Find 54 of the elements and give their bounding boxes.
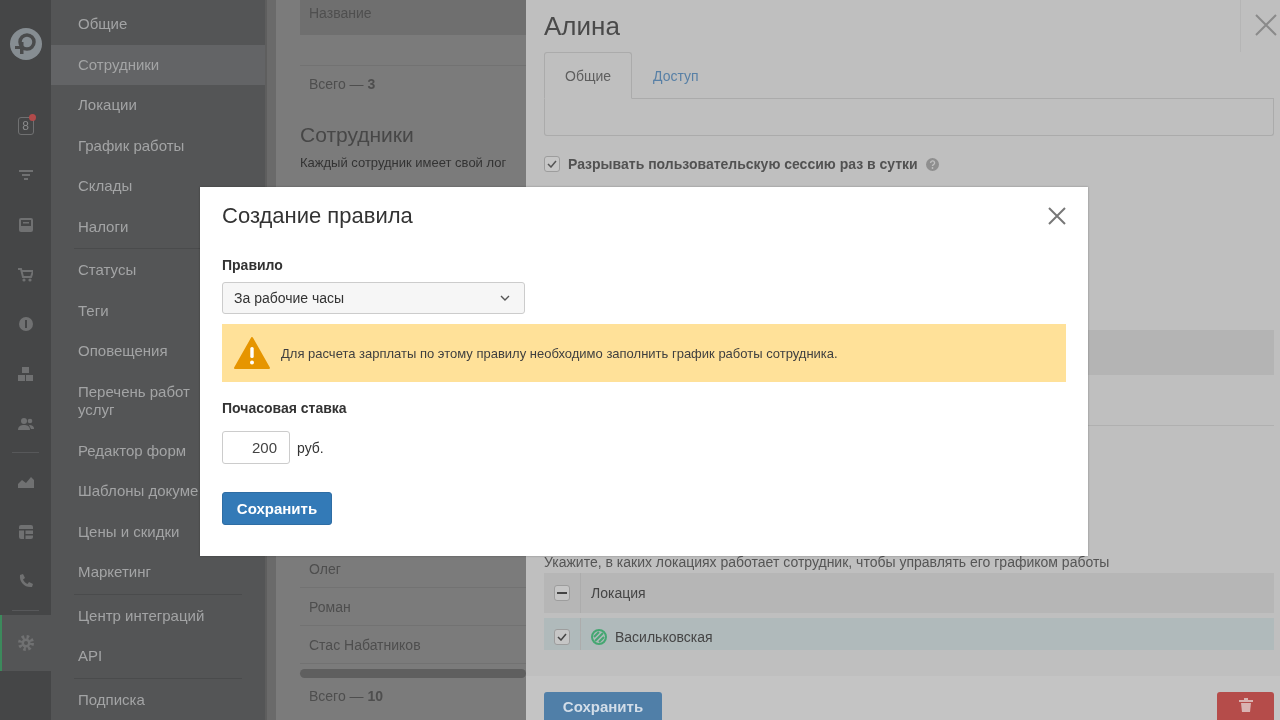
trash-icon	[1238, 697, 1253, 712]
logo-icon[interactable]	[8, 27, 43, 61]
nav-button[interactable]	[0, 614, 51, 671]
inbox-icon[interactable]	[18, 218, 33, 232]
field-label: Почасовая ставка	[222, 400, 348, 416]
menu-item[interactable]: Подписка	[51, 679, 265, 720]
chevron-icon	[500, 295, 510, 301]
menu-item[interactable]: Локации	[51, 85, 265, 126]
scrollbar[interactable]	[300, 669, 526, 678]
save-button[interactable]: Сохранить	[544, 692, 662, 720]
checkbox-label: Разрывать пользовательскую сессию раз в сутки	[568, 156, 918, 172]
table-cell: Васильковская	[615, 629, 713, 645]
modal-title: Создание правила	[222, 203, 413, 229]
delete-button[interactable]	[1217, 692, 1274, 720]
field-label: Правило	[222, 257, 284, 273]
drawer-title: Алина	[544, 10, 620, 42]
warning-icon	[234, 337, 270, 369]
settings-icon[interactable]	[17, 634, 34, 651]
menu-item[interactable]: График работы	[51, 125, 265, 166]
column-header: Локация	[591, 585, 646, 601]
close-button[interactable]	[1048, 207, 1066, 225]
rate-input[interactable]: 200	[222, 431, 290, 464]
check-icon	[547, 160, 557, 168]
users-icon[interactable]	[17, 416, 34, 430]
menu-item[interactable]: API	[51, 636, 265, 677]
close-icon	[1048, 207, 1066, 225]
checkbox[interactable]	[544, 156, 560, 172]
table-icon[interactable]	[18, 524, 33, 539]
chart-icon[interactable]	[17, 475, 34, 488]
nav-button[interactable]: 8	[0, 101, 51, 151]
table-row[interactable]: Васильковская	[544, 618, 1274, 650]
close-icon	[1254, 13, 1277, 36]
menu-item[interactable]: Сотрудники	[51, 44, 265, 85]
hint-text: Укажите, в каких локациях работает сотрудник, чтобы управлять его графиком работы	[544, 554, 1111, 570]
section-description: Каждый сотрудник имеет свой лог	[300, 155, 508, 170]
cart-icon[interactable]	[18, 267, 33, 282]
boxes-icon[interactable]	[18, 366, 33, 381]
tab[interactable]: Доступ	[632, 52, 720, 99]
phone-icon[interactable]	[18, 574, 33, 589]
rule-dropdown[interactable]: За рабочие часы	[222, 282, 525, 314]
unit-label: руб.	[297, 439, 324, 456]
tab[interactable]: Общие	[544, 52, 633, 99]
select-all-checkbox[interactable]	[554, 585, 570, 601]
menu-item[interactable]: Общие	[51, 4, 265, 45]
menu-item[interactable]: Центр интеграций	[51, 595, 265, 636]
filter-icon[interactable]	[18, 170, 33, 181]
check-icon	[557, 633, 567, 641]
coin-icon[interactable]	[18, 317, 33, 332]
menu-item[interactable]: Маркетинг	[51, 552, 265, 593]
save-button[interactable]: Сохранить	[222, 492, 332, 525]
minus-icon	[557, 592, 567, 594]
warning-text: Для расчета зарплаты по этому правилу необходимо заполнить график работы сотрудника.	[281, 345, 838, 361]
help-icon[interactable]	[925, 157, 939, 171]
checkbox[interactable]	[554, 629, 570, 645]
